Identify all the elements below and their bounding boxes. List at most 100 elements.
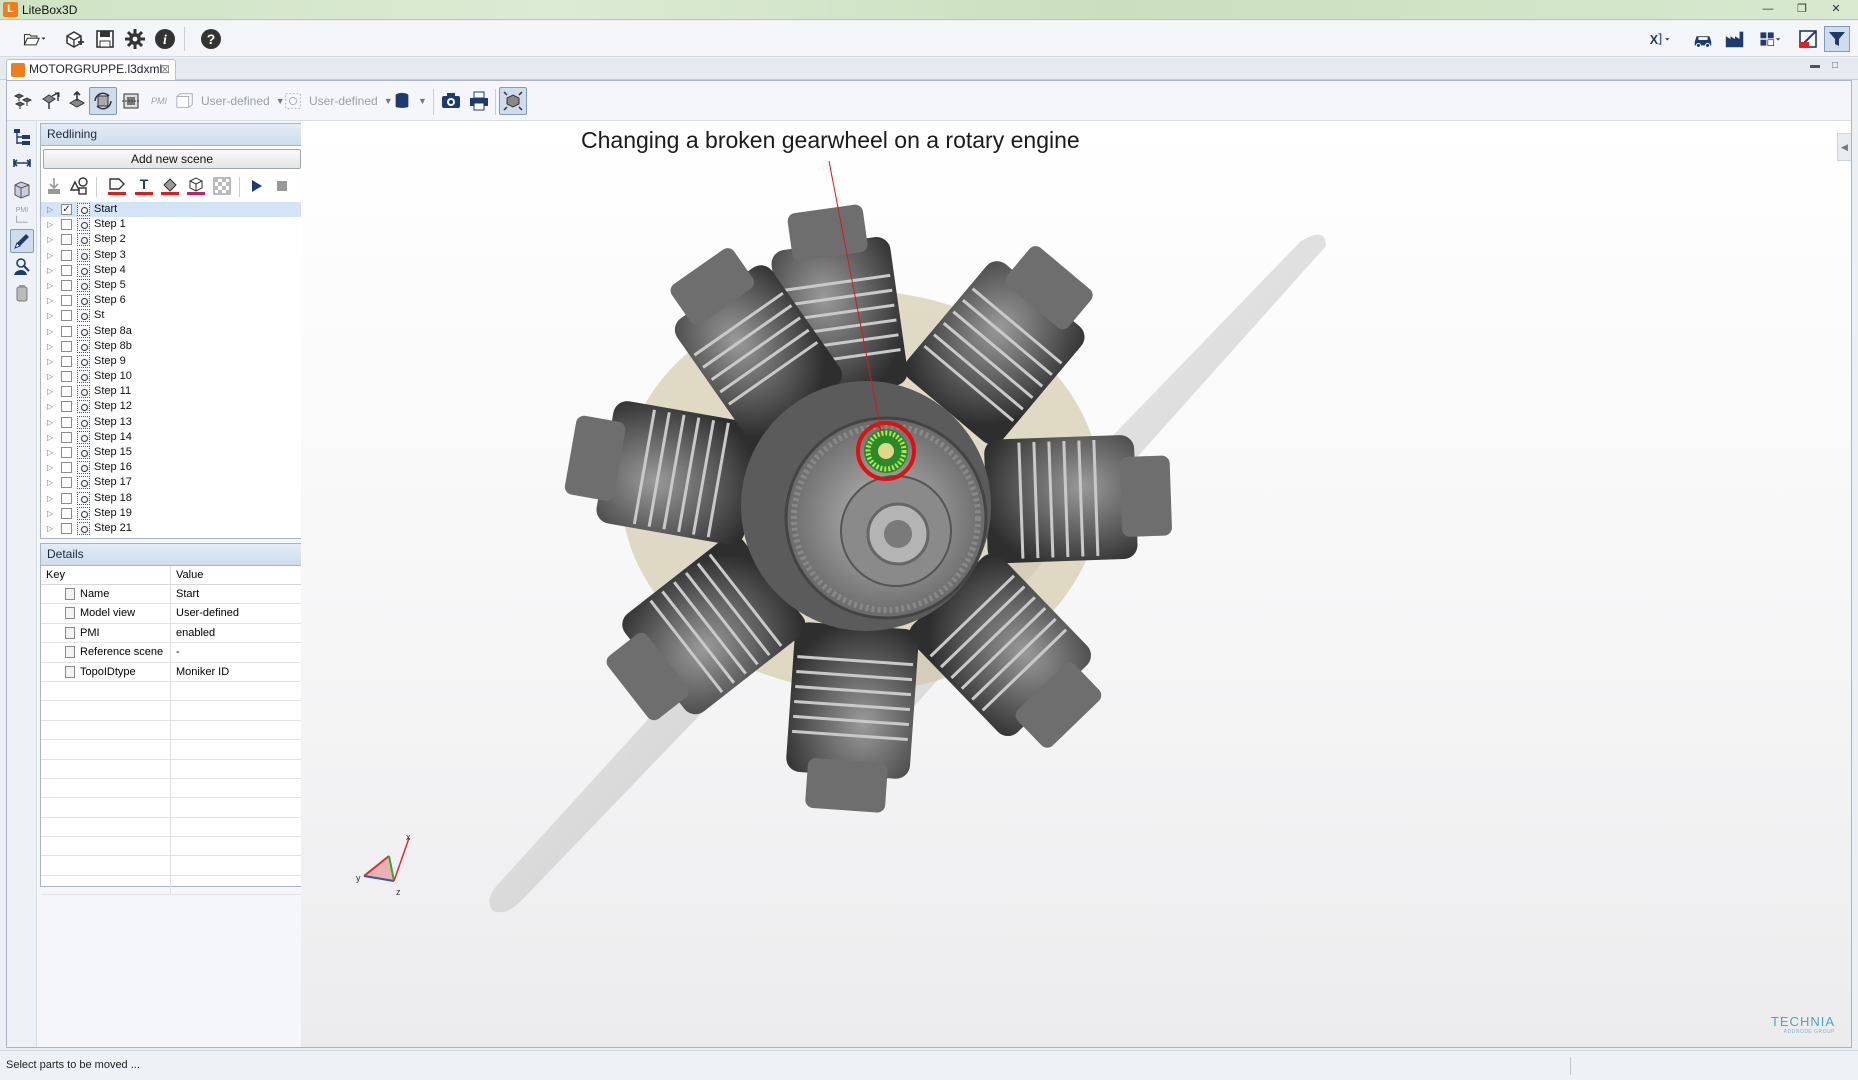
tab-motorgruppe[interactable]: MOTORGRUPPE.l3dxml ⊠: [6, 59, 176, 80]
save-icon[interactable]: [92, 26, 118, 52]
info-icon[interactable]: i: [152, 26, 178, 52]
inspect-person-icon[interactable]: [10, 255, 34, 279]
filter-funnel-icon[interactable]: [1824, 26, 1850, 52]
expand-arrow-icon[interactable]: ▷: [47, 415, 55, 430]
scene-checkbox[interactable]: [61, 386, 72, 398]
expand-arrow-icon[interactable]: ▷: [47, 354, 55, 369]
scene-checkbox[interactable]: [61, 355, 72, 367]
scene-checkbox[interactable]: [61, 264, 72, 276]
add-new-scene-button[interactable]: Add new scene: [43, 149, 301, 169]
scene-tree-row[interactable]: ▷ Step 18: [41, 491, 303, 506]
scene-tree-row[interactable]: ▷ Step 12: [41, 399, 303, 414]
scene-checkbox[interactable]: [61, 340, 72, 352]
scene-tree-row[interactable]: ▷ Step 17: [41, 475, 303, 490]
scene-tree-row[interactable]: ▷ Step 4: [41, 263, 303, 278]
pmi-toggle-icon[interactable]: PMI: [145, 87, 173, 115]
measure-icon[interactable]: [10, 151, 34, 175]
scene-checkbox[interactable]: ✓: [61, 204, 72, 215]
scene-checkbox[interactable]: [61, 401, 72, 413]
scene-tree-row[interactable]: ▷ Step 3: [41, 248, 303, 263]
scene-tree-row[interactable]: ▷ Step 13: [41, 415, 303, 430]
scene-tree-row[interactable]: ▷ Step 2: [41, 232, 303, 247]
scene-tree-row[interactable]: ▷ Step 10: [41, 369, 303, 384]
redline-pen-icon[interactable]: [10, 229, 34, 253]
scene-tree-row[interactable]: ▷ Step 14: [41, 430, 303, 445]
screenshot-camera-icon[interactable]: [437, 87, 465, 115]
scene-checkbox[interactable]: [61, 447, 72, 458]
scene-checkbox[interactable]: [61, 477, 72, 489]
import-icon[interactable]: [43, 175, 65, 197]
text-color-icon[interactable]: T: [133, 175, 155, 197]
scene-checkbox[interactable]: [61, 462, 72, 474]
model-view-dropdown[interactable]: User-defined ▼: [175, 90, 285, 112]
scene-tree-row[interactable]: ▷ Step 15: [41, 445, 303, 460]
expand-arrow-icon[interactable]: ▷: [47, 521, 55, 536]
expand-arrow-icon[interactable]: ▷: [47, 506, 55, 521]
material-icon[interactable]: [10, 281, 34, 305]
scene-tree-row[interactable]: ▷ Step 21: [41, 521, 303, 536]
scene-tree-row[interactable]: ▷ Step 11: [41, 384, 303, 399]
close-tab-icon[interactable]: ⊠: [160, 60, 170, 79]
restore-icon[interactable]: ❐: [1790, 0, 1814, 18]
3d-viewport[interactable]: Changing a broken gearwheel on a rotary …: [301, 121, 1851, 1047]
scene-checkbox[interactable]: [61, 219, 72, 231]
expand-arrow-icon[interactable]: ▷: [47, 384, 55, 399]
expand-arrow-icon[interactable]: ▷: [47, 460, 55, 475]
excel-export-icon[interactable]: X: [1643, 26, 1677, 52]
scene-tree-row[interactable]: ▷ Step 1: [41, 217, 303, 232]
transparency-icon[interactable]: [211, 175, 233, 197]
scene-checkbox[interactable]: [61, 431, 72, 443]
scene-checkbox[interactable]: [61, 522, 72, 534]
scene-tree-row[interactable]: ▷ Step 9: [41, 354, 303, 369]
line-color-icon[interactable]: [106, 175, 128, 197]
shapes-icon[interactable]: [68, 175, 90, 197]
scene-tree-row[interactable]: ▷ Step 8a: [41, 324, 303, 339]
collapse-side-panel-icon[interactable]: ◀: [1837, 133, 1851, 161]
fit-all-icon[interactable]: [499, 87, 527, 115]
expand-arrow-icon[interactable]: ▷: [47, 278, 55, 293]
rotate-part-icon[interactable]: [89, 87, 117, 115]
parts-icon[interactable]: [10, 177, 34, 201]
expand-arrow-icon[interactable]: ▷: [47, 339, 55, 354]
scene-tree-row[interactable]: ▷ St: [41, 308, 303, 323]
expand-arrow-icon[interactable]: ▷: [47, 324, 55, 339]
section-view-icon[interactable]: [117, 87, 145, 115]
close-icon[interactable]: ✕: [1824, 0, 1848, 18]
scene-checkbox[interactable]: [61, 310, 72, 322]
redline-flag-icon[interactable]: [1795, 26, 1821, 52]
print-icon[interactable]: [465, 87, 493, 115]
box-color-icon[interactable]: [185, 175, 207, 197]
expand-arrow-icon[interactable]: ▷: [47, 430, 55, 445]
settings-gear-icon[interactable]: [122, 26, 148, 52]
expand-arrow-icon[interactable]: ▷: [47, 248, 55, 263]
expand-arrow-icon[interactable]: ▷: [47, 217, 55, 232]
minimize-editor-icon[interactable]: ▬: [1810, 60, 1820, 71]
expand-arrow-icon[interactable]: ▷: [47, 369, 55, 384]
maximize-editor-icon[interactable]: □: [1832, 60, 1838, 71]
database-dropdown[interactable]: ▼: [392, 90, 427, 112]
scene-tree-row[interactable]: ▷ Step 5: [41, 278, 303, 293]
pmi-icon[interactable]: PMI: [10, 203, 34, 227]
explode-icon[interactable]: [9, 87, 37, 115]
move-parts-icon[interactable]: [37, 87, 65, 115]
scene-tree-row[interactable]: ▷ Step 19: [41, 506, 303, 521]
expand-arrow-icon[interactable]: ▷: [47, 308, 55, 323]
scene-tree-row[interactable]: ▷ ✓ Start: [41, 202, 303, 218]
factory-icon[interactable]: [1720, 26, 1750, 52]
scene-checkbox[interactable]: [61, 371, 72, 383]
stop-icon[interactable]: [271, 175, 293, 197]
scene-tree-row[interactable]: ▷ Step 16: [41, 460, 303, 475]
scene-checkbox[interactable]: [61, 416, 72, 428]
expand-arrow-icon[interactable]: ▷: [47, 202, 55, 217]
expand-arrow-icon[interactable]: ▷: [47, 263, 55, 278]
minimize-icon[interactable]: —: [1756, 0, 1780, 18]
align-part-icon[interactable]: [63, 87, 91, 115]
scene-checkbox[interactable]: [61, 279, 72, 291]
expand-arrow-icon[interactable]: ▷: [47, 445, 55, 460]
scene-checkbox[interactable]: [61, 234, 72, 246]
expand-arrow-icon[interactable]: ▷: [47, 293, 55, 308]
grid-layout-icon[interactable]: [1752, 26, 1788, 52]
expand-arrow-icon[interactable]: ▷: [47, 399, 55, 414]
scene-checkbox[interactable]: [61, 492, 72, 504]
scene-checkbox[interactable]: [61, 507, 72, 519]
